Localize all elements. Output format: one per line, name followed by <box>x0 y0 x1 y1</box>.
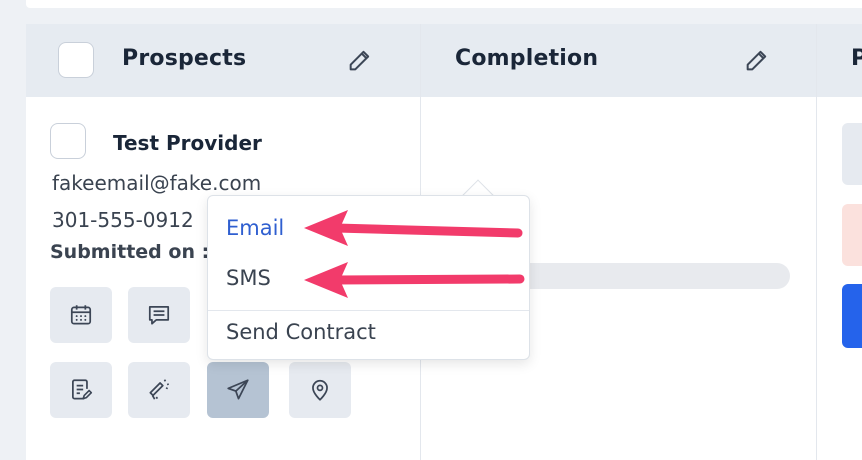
dropdown-item-email[interactable]: Email <box>226 216 284 240</box>
select-all-checkbox[interactable] <box>58 42 94 78</box>
column-header-prospects: Prospects <box>26 24 421 97</box>
send-button[interactable] <box>207 362 269 418</box>
location-pin-icon <box>312 379 328 401</box>
prospect-phone: 301-555-0912 <box>52 208 194 232</box>
dropdown-separator <box>208 310 529 311</box>
calendar-icon <box>70 305 92 325</box>
column-title-completion: Completion <box>455 46 599 71</box>
send-icon <box>227 379 249 400</box>
column-title-next: P <box>851 46 862 71</box>
submitted-on-label: Submitted on : <box>50 241 210 263</box>
column-title-prospects: Prospects <box>122 46 247 71</box>
column-header-completion: Completion <box>421 24 816 97</box>
completion-progress-bar <box>498 263 790 289</box>
prospect-name: Test Provider <box>113 131 262 155</box>
campaign-button[interactable] <box>128 362 190 418</box>
dropdown-item-send-contract[interactable]: Send Contract <box>226 320 376 344</box>
next-column-alert <box>842 204 862 266</box>
location-button[interactable] <box>289 362 351 418</box>
calendar-button[interactable] <box>50 287 112 343</box>
edit-pencil-icon[interactable] <box>346 46 374 74</box>
edit-pencil-icon[interactable] <box>743 46 771 74</box>
notes-button[interactable] <box>50 362 112 418</box>
megaphone-icon <box>149 379 170 400</box>
document-edit-icon <box>72 379 93 400</box>
next-column-card <box>842 123 862 185</box>
next-column-primary-button[interactable] <box>842 284 862 348</box>
top-strip <box>26 0 862 8</box>
annotation-arrows <box>304 210 525 298</box>
message-button[interactable] <box>128 287 190 343</box>
card-checkbox[interactable] <box>50 123 86 159</box>
message-icon <box>148 306 170 325</box>
column-header-next: P <box>817 24 862 97</box>
prospect-email: fakeemail@fake.com <box>52 171 262 195</box>
dropdown-item-sms[interactable]: SMS <box>226 266 271 290</box>
